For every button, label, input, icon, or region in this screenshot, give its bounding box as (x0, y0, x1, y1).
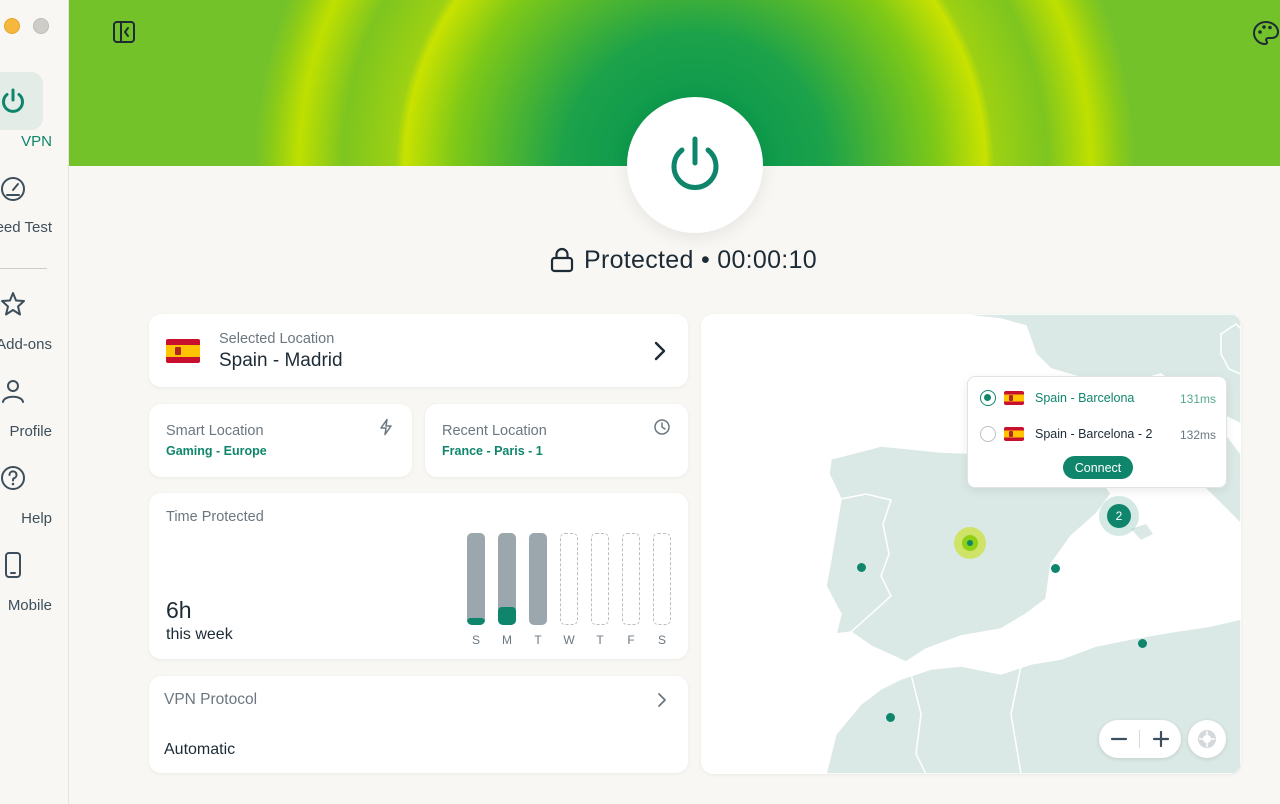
day-label: S (471, 633, 480, 647)
day-usage-bar (467, 533, 485, 625)
location-option-latency: 132ms (1179, 428, 1216, 442)
vpn-protocol-caption: VPN Protocol (164, 691, 258, 708)
time-protected-card: Time Protected 6h this week S M T W T F S (149, 493, 688, 659)
location-option-name: Spain - Barcelona (1035, 391, 1135, 405)
day-label: F (627, 633, 635, 647)
radio-button[interactable] (980, 426, 996, 442)
palette-icon[interactable] (1252, 19, 1280, 47)
server-pin[interactable] (886, 713, 895, 722)
minimize-window-button[interactable] (4, 18, 20, 34)
sidebar-toggle-icon[interactable] (112, 20, 136, 44)
location-option[interactable]: Spain - Barcelona - 2 132ms (980, 421, 1216, 447)
day-usage-bar (498, 533, 516, 625)
day-usage-fill (498, 607, 516, 625)
zoom-window-button[interactable] (33, 18, 49, 34)
minus-icon (1110, 737, 1128, 741)
zoom-out-button[interactable] (1099, 720, 1139, 758)
spain-flag-icon (166, 339, 200, 363)
power-icon (671, 136, 719, 190)
recent-location-caption: Recent Location (442, 423, 547, 439)
sidebar-divider (0, 268, 47, 269)
day-usage-bar (560, 533, 578, 625)
cluster-count: 2 (1107, 504, 1131, 528)
recenter-map-button[interactable] (1188, 720, 1226, 758)
smart-location-value: Gaming - Europe (166, 444, 267, 458)
sidebar-item-help[interactable]: Help (0, 462, 68, 532)
mobile-phone-icon (0, 549, 29, 581)
status-text: Protected • 00:00:10 (584, 245, 817, 274)
sidebar-item-label: Profile (9, 423, 52, 440)
chevron-right-icon (654, 341, 666, 361)
lightning-icon (380, 418, 392, 436)
recenter-icon (1198, 730, 1216, 748)
chevron-right-icon (658, 693, 666, 707)
radio-button[interactable] (980, 390, 996, 406)
map-zoom-control (1099, 720, 1181, 758)
location-map[interactable]: 2 Spain - Barcelona 131ms Spain - Barcel… (701, 314, 1241, 774)
recent-location-value: France - Paris - 1 (442, 444, 543, 458)
star-icon (0, 288, 29, 320)
day-usage-fill (467, 618, 485, 625)
day-label: M (502, 633, 512, 647)
sidebar-item-label: Help (21, 510, 52, 527)
connection-status: Protected • 00:00:10 (550, 242, 817, 278)
server-cluster-marker[interactable]: 2 (1099, 496, 1139, 536)
sidebar-item-label: VPN (21, 133, 52, 150)
selected-location-card[interactable]: Selected Location Spain - Madrid (149, 314, 688, 387)
sidebar-item-vpn[interactable]: VPN (0, 72, 68, 150)
day-label: W (563, 633, 575, 647)
sidebar: VPN Speed Test Add-ons Profile Help Mobi… (0, 0, 69, 804)
smart-location-caption: Smart Location (166, 423, 264, 439)
location-option-name: Spain - Barcelona - 2 (1035, 427, 1153, 441)
day-label: S (657, 633, 666, 647)
connect-button[interactable]: Connect (1063, 456, 1133, 479)
sidebar-item-speed-test[interactable]: Speed Test (0, 173, 68, 243)
sidebar-item-label: Mobile (7, 597, 52, 614)
clock-icon (654, 419, 670, 435)
day-usage-bar (622, 533, 640, 625)
help-icon (0, 462, 29, 494)
selected-location-pin[interactable] (954, 527, 986, 559)
location-option[interactable]: Spain - Barcelona 131ms (980, 385, 1216, 411)
weekly-usage-bars: SMTWTFS (467, 533, 677, 648)
server-pin[interactable] (857, 563, 866, 572)
vpn-protocol-value: Automatic (164, 741, 236, 758)
sidebar-item-profile[interactable]: Profile (0, 375, 68, 445)
location-popup: Spain - Barcelona 131ms Spain - Barcelon… (967, 376, 1227, 488)
server-pin[interactable] (1051, 564, 1060, 573)
sidebar-item-label: Add-ons (0, 336, 52, 353)
sidebar-item-mobile[interactable]: Mobile (0, 549, 68, 619)
location-option-latency: 131ms (1179, 392, 1216, 406)
sidebar-item-label: Speed Test (0, 219, 52, 236)
sidebar-item-add-ons[interactable]: Add-ons (0, 288, 68, 358)
selected-location-value: Spain - Madrid (219, 350, 343, 371)
time-protected-period: this week (166, 626, 233, 643)
day-usage-bar (591, 533, 609, 625)
day-usage-bar (529, 533, 547, 625)
lock-icon (550, 247, 574, 273)
day-usage-bar (653, 533, 671, 625)
smart-location-card[interactable]: Smart Location Gaming - Europe (149, 404, 412, 477)
time-protected-total: 6h (166, 597, 192, 623)
power-icon (0, 85, 29, 117)
user-icon (0, 375, 29, 407)
day-label: T (534, 633, 542, 647)
day-label: T (596, 633, 604, 647)
recent-location-card[interactable]: Recent Location France - Paris - 1 (425, 404, 688, 477)
connect-toggle-button[interactable] (627, 97, 763, 233)
vpn-protocol-card[interactable]: VPN Protocol Automatic (149, 676, 688, 773)
spain-flag-icon (1004, 391, 1024, 405)
spain-flag-icon (1004, 427, 1024, 441)
plus-icon (1152, 730, 1170, 748)
server-pin[interactable] (1138, 639, 1147, 648)
selected-location-caption: Selected Location (219, 331, 335, 347)
speedometer-icon (0, 173, 29, 205)
time-protected-caption: Time Protected (166, 509, 264, 525)
zoom-in-button[interactable] (1141, 720, 1181, 758)
